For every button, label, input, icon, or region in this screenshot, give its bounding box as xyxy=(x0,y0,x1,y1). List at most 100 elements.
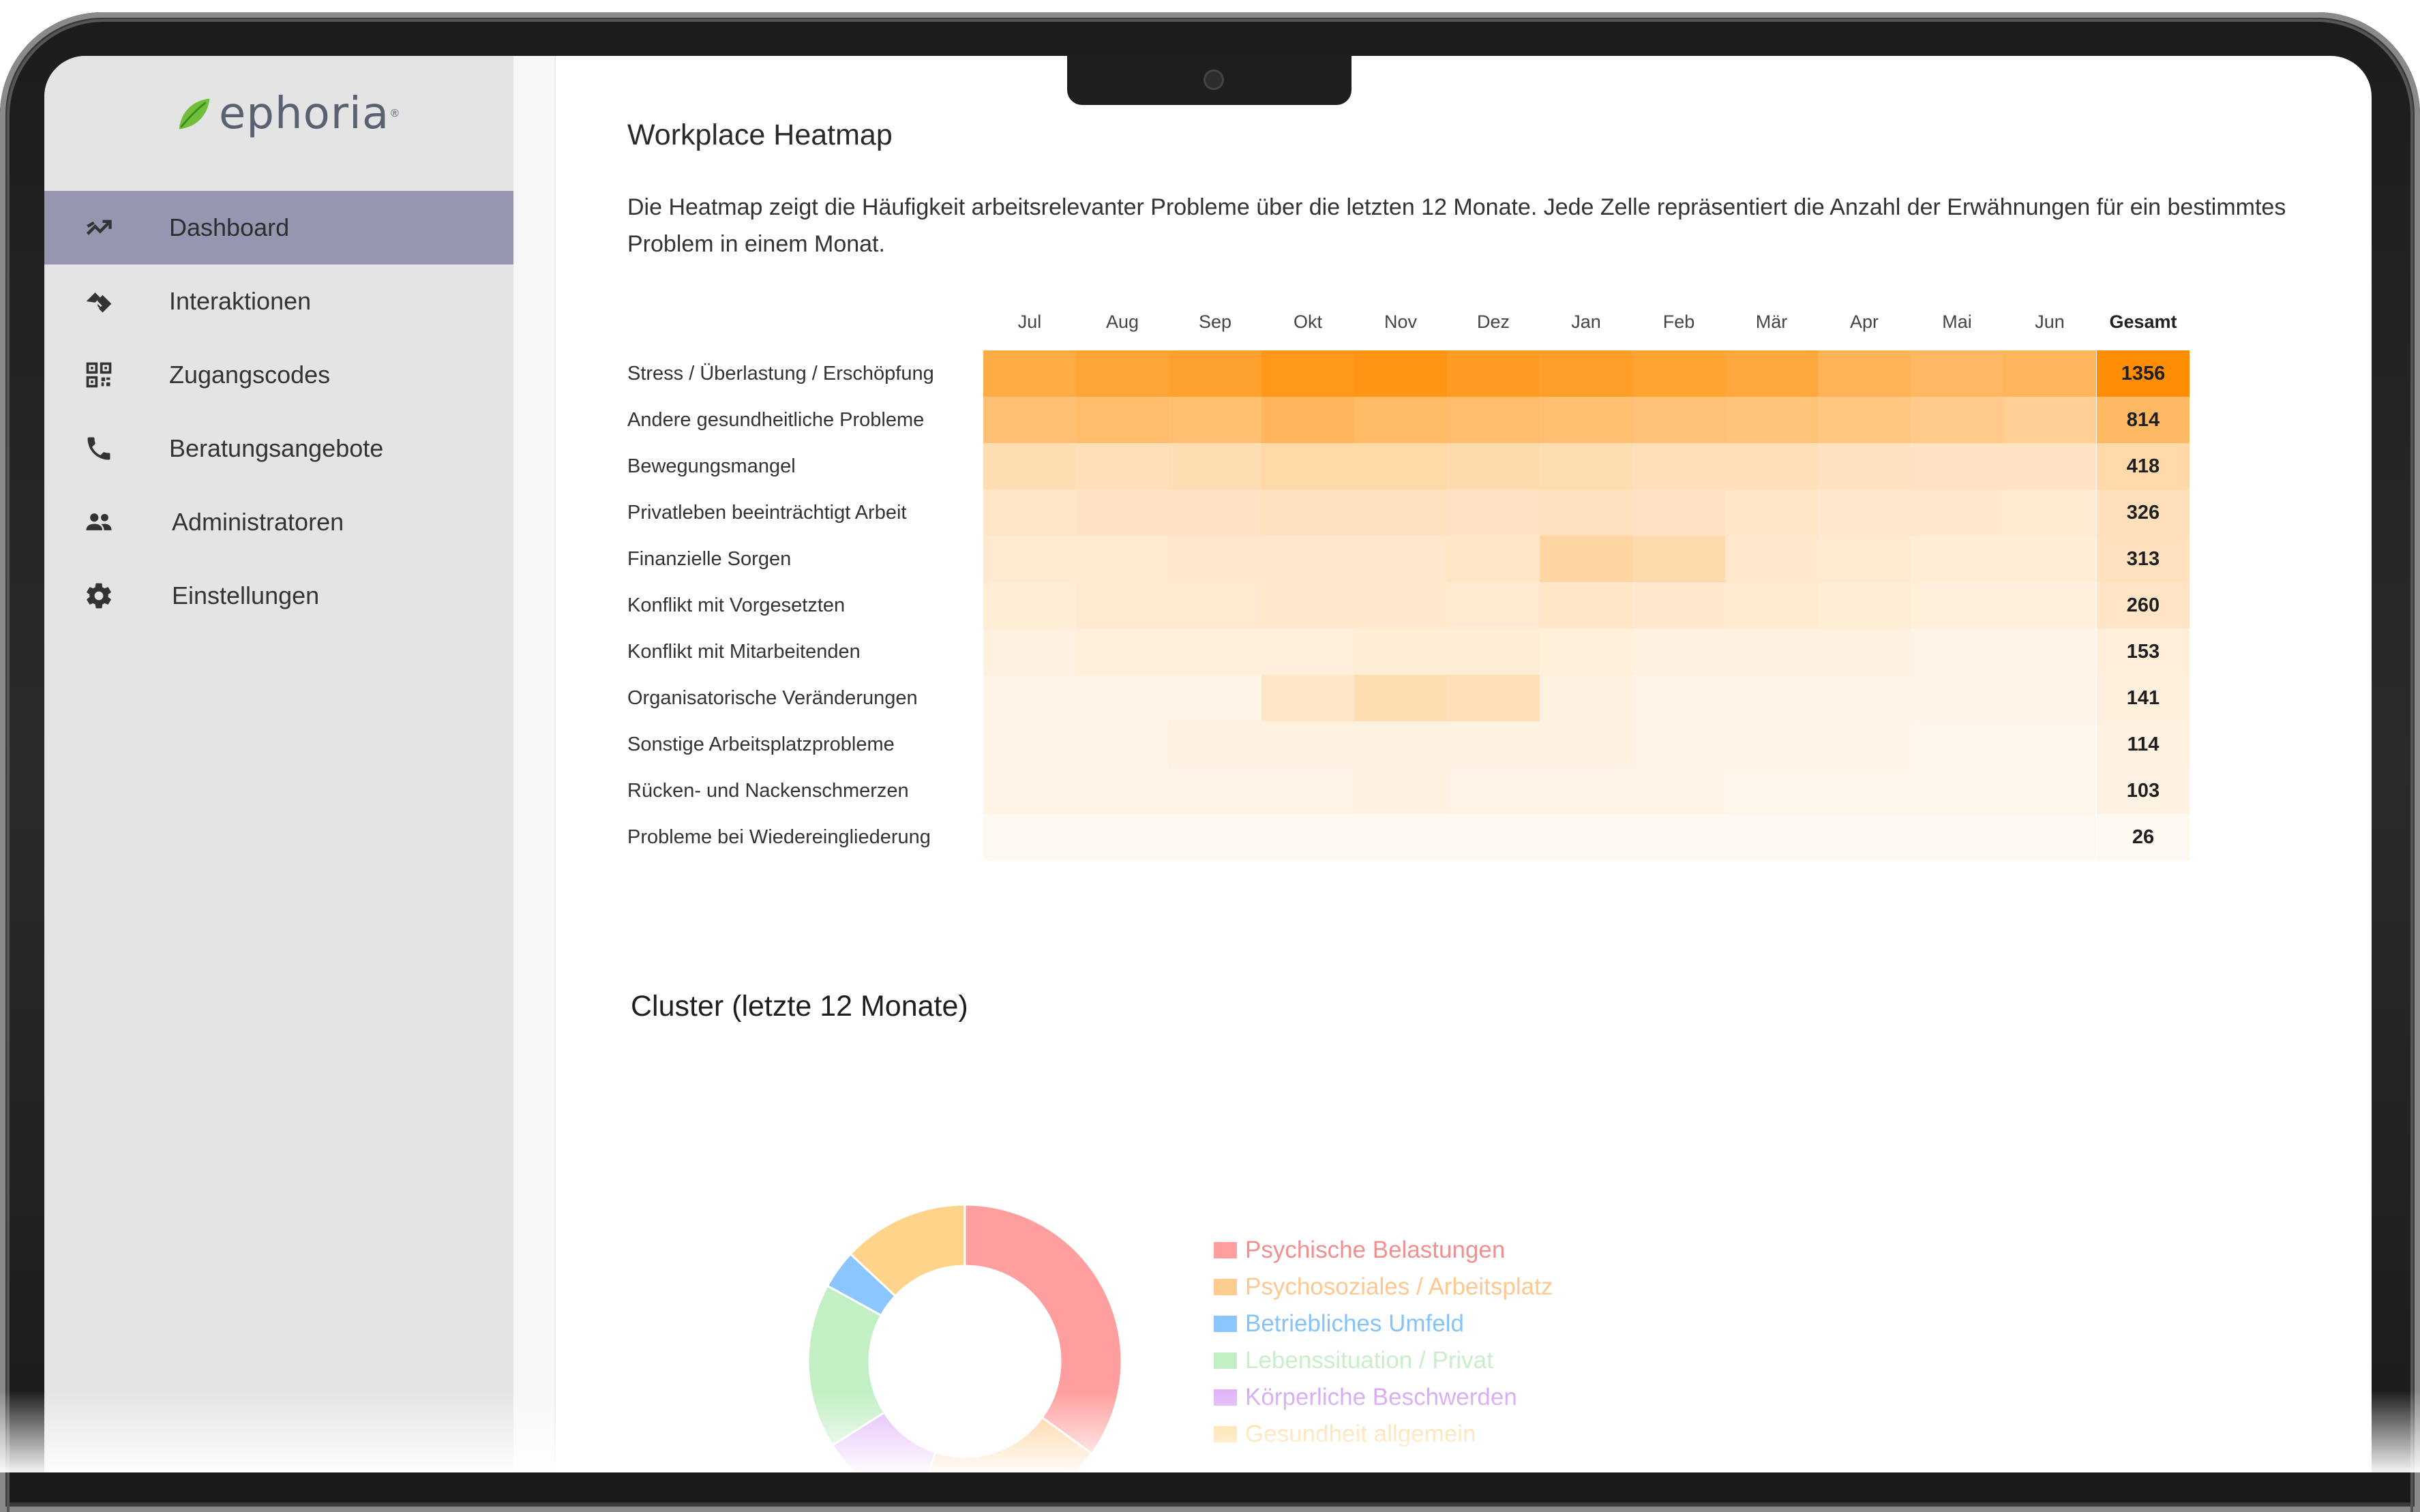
heatmap-cell[interactable] xyxy=(1354,768,1447,814)
heatmap-cell[interactable] xyxy=(1632,814,1725,860)
heatmap-cell[interactable] xyxy=(1447,675,1540,721)
heatmap-cell[interactable] xyxy=(1911,536,2003,582)
heatmap-cell[interactable] xyxy=(1354,443,1447,489)
heatmap-cell[interactable] xyxy=(1540,814,1632,860)
heatmap-cell[interactable] xyxy=(1076,489,1169,536)
heatmap-cell[interactable] xyxy=(1261,536,1354,582)
heatmap-cell[interactable] xyxy=(1261,629,1354,675)
heatmap-cell[interactable] xyxy=(1725,582,1818,629)
heatmap-cell[interactable] xyxy=(1911,675,2003,721)
heatmap-cell[interactable] xyxy=(1818,443,1911,489)
heatmap-cell[interactable] xyxy=(1261,489,1354,536)
heatmap-cell[interactable] xyxy=(1261,721,1354,768)
heatmap-cell[interactable] xyxy=(1540,536,1632,582)
heatmap-cell[interactable] xyxy=(983,397,1076,443)
heatmap-cell[interactable] xyxy=(1354,629,1447,675)
heatmap-cell[interactable] xyxy=(1632,582,1725,629)
sidebar-item-dashboard[interactable]: Dashboard xyxy=(44,191,513,264)
heatmap-cell[interactable] xyxy=(2003,350,2096,397)
heatmap-cell[interactable] xyxy=(1076,582,1169,629)
heatmap-cell[interactable] xyxy=(1354,721,1447,768)
heatmap-cell[interactable] xyxy=(1911,582,2003,629)
heatmap-cell[interactable] xyxy=(983,489,1076,536)
heatmap-cell[interactable] xyxy=(1447,489,1540,536)
heatmap-cell[interactable] xyxy=(1632,350,1725,397)
heatmap-cell[interactable] xyxy=(1911,629,2003,675)
heatmap-cell[interactable] xyxy=(1725,721,1818,768)
heatmap-cell[interactable] xyxy=(1725,814,1818,860)
heatmap-cell[interactable] xyxy=(1076,721,1169,768)
heatmap-cell[interactable] xyxy=(1076,629,1169,675)
heatmap-cell[interactable] xyxy=(1261,768,1354,814)
sidebar-item-beratungsangebote[interactable]: Beratungsangebote xyxy=(44,412,513,485)
heatmap-cell[interactable] xyxy=(1169,814,1261,860)
heatmap-cell[interactable] xyxy=(2003,768,2096,814)
heatmap-cell[interactable] xyxy=(2003,814,2096,860)
heatmap-cell[interactable] xyxy=(1261,443,1354,489)
heatmap-cell[interactable] xyxy=(1911,489,2003,536)
heatmap-cell[interactable] xyxy=(1911,350,2003,397)
heatmap-cell[interactable] xyxy=(1354,675,1447,721)
heatmap-cell[interactable] xyxy=(1818,350,1911,397)
heatmap-cell[interactable] xyxy=(1725,536,1818,582)
heatmap-cell[interactable] xyxy=(1169,350,1261,397)
heatmap-cell[interactable] xyxy=(1540,443,1632,489)
heatmap-cell[interactable] xyxy=(1818,814,1911,860)
heatmap-cell[interactable] xyxy=(1447,721,1540,768)
heatmap-cell[interactable] xyxy=(1540,397,1632,443)
heatmap-cell[interactable] xyxy=(1725,350,1818,397)
heatmap-cell[interactable] xyxy=(1632,629,1725,675)
heatmap-cell[interactable] xyxy=(1076,397,1169,443)
heatmap-cell[interactable] xyxy=(2003,629,2096,675)
heatmap-cell[interactable] xyxy=(1169,397,1261,443)
heatmap-cell[interactable] xyxy=(1632,397,1725,443)
heatmap-cell[interactable] xyxy=(1911,397,2003,443)
heatmap-cell[interactable] xyxy=(1725,443,1818,489)
heatmap-cell[interactable] xyxy=(2003,582,2096,629)
heatmap-cell[interactable] xyxy=(1447,350,1540,397)
heatmap-cell[interactable] xyxy=(1447,397,1540,443)
heatmap-cell[interactable] xyxy=(983,675,1076,721)
heatmap-cell[interactable] xyxy=(1818,397,1911,443)
heatmap-cell[interactable] xyxy=(2003,675,2096,721)
heatmap-cell[interactable] xyxy=(1076,814,1169,860)
heatmap-cell[interactable] xyxy=(1540,629,1632,675)
sidebar-item-einstellungen[interactable]: Einstellungen xyxy=(44,559,513,633)
heatmap-cell[interactable] xyxy=(1818,768,1911,814)
heatmap-cell[interactable] xyxy=(1354,489,1447,536)
heatmap-cell[interactable] xyxy=(1632,675,1725,721)
legend-item[interactable]: Lebenssituation / Privat xyxy=(1214,1342,1553,1379)
heatmap-cell[interactable] xyxy=(1911,443,2003,489)
heatmap-cell[interactable] xyxy=(1076,768,1169,814)
heatmap-cell[interactable] xyxy=(1911,721,2003,768)
heatmap-cell[interactable] xyxy=(1261,397,1354,443)
heatmap-cell[interactable] xyxy=(2003,397,2096,443)
heatmap-cell[interactable] xyxy=(1169,582,1261,629)
legend-item[interactable]: Psychische Belastungen xyxy=(1214,1232,1553,1269)
heatmap-cell[interactable] xyxy=(1354,536,1447,582)
heatmap-cell[interactable] xyxy=(2003,489,2096,536)
heatmap-cell[interactable] xyxy=(1447,814,1540,860)
sidebar-item-zugangscodes[interactable]: Zugangscodes xyxy=(44,338,513,412)
heatmap-cell[interactable] xyxy=(1169,489,1261,536)
heatmap-cell[interactable] xyxy=(1447,536,1540,582)
sidebar-item-administratoren[interactable]: Administratoren xyxy=(44,485,513,559)
heatmap-cell[interactable] xyxy=(1540,768,1632,814)
heatmap-cell[interactable] xyxy=(1447,629,1540,675)
heatmap-cell[interactable] xyxy=(1169,443,1261,489)
heatmap-cell[interactable] xyxy=(1169,675,1261,721)
heatmap-cell[interactable] xyxy=(983,814,1076,860)
heatmap-cell[interactable] xyxy=(1540,582,1632,629)
heatmap-cell[interactable] xyxy=(1354,814,1447,860)
heatmap-cell[interactable] xyxy=(1169,536,1261,582)
heatmap-cell[interactable] xyxy=(1354,397,1447,443)
heatmap-cell[interactable] xyxy=(2003,536,2096,582)
heatmap-cell[interactable] xyxy=(1447,768,1540,814)
heatmap-cell[interactable] xyxy=(1540,489,1632,536)
heatmap-cell[interactable] xyxy=(1632,443,1725,489)
heatmap-cell[interactable] xyxy=(983,350,1076,397)
heatmap-cell[interactable] xyxy=(1818,489,1911,536)
heatmap-cell[interactable] xyxy=(1261,675,1354,721)
heatmap-cell[interactable] xyxy=(983,582,1076,629)
heatmap-cell[interactable] xyxy=(1632,721,1725,768)
